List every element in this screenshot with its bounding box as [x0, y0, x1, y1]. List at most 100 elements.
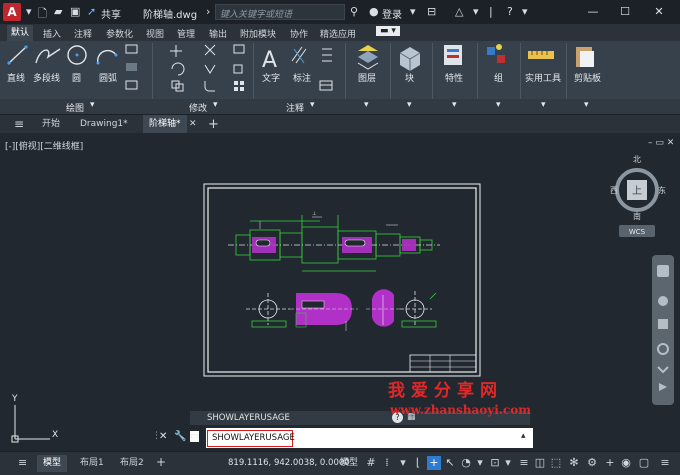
command-input[interactable]: SHOWLAYERUSAGE	[207, 430, 295, 447]
annotation-scale-icon[interactable]: ✻	[567, 456, 581, 470]
draw-panel-title[interactable]: 绘图	[66, 101, 84, 114]
tab-collaborate[interactable]: 协作	[290, 27, 308, 40]
arc-button[interactable]: 圆弧	[99, 71, 117, 84]
chevron-down-icon[interactable]: ▾	[496, 100, 501, 110]
share-icon[interactable]: ➚	[87, 5, 96, 18]
close-tab-icon[interactable]: ✕	[183, 115, 203, 134]
command-history-dropdown-icon[interactable]: ▴	[521, 431, 526, 441]
tab-start[interactable]: 开始	[36, 115, 66, 134]
workspace-icon[interactable]: ⚙	[585, 456, 599, 470]
block-button[interactable]: 块	[405, 71, 414, 84]
drawing-viewport[interactable]: [-][俯视][二维线框] – ▭ ✕ ⊥ 北 南 东 西 上 WCS Y X …	[0, 133, 680, 451]
search-icon[interactable]: ⚲	[350, 5, 358, 18]
chevron-right-icon[interactable]: ›	[206, 5, 210, 18]
object-snap-tracking-icon[interactable]: ◔	[459, 456, 473, 470]
chevron-down-icon[interactable]: ▾	[452, 100, 457, 110]
minimize-button[interactable]: —	[578, 3, 608, 21]
coordinates-readout[interactable]: 819.1116, 942.0038, 0.0000	[228, 458, 350, 468]
tab-layout2[interactable]: 布局2	[114, 455, 150, 472]
tab-model[interactable]: 模型	[37, 455, 68, 472]
cart-icon[interactable]: ⊟	[427, 5, 436, 18]
text-button[interactable]: 文字	[262, 71, 280, 84]
chevron-down-icon[interactable]: ▾	[541, 100, 546, 110]
tab-addins[interactable]: 附加模块	[240, 27, 276, 40]
tab-manage[interactable]: 管理	[177, 27, 195, 40]
save-icon[interactable]: ▣	[70, 5, 80, 18]
tab-annotate[interactable]: 注释	[74, 27, 92, 40]
maximize-button[interactable]: ☐	[610, 3, 640, 21]
utilities-button[interactable]: 实用工具	[525, 71, 561, 84]
help-icon[interactable]: ?	[507, 5, 513, 18]
chevron-down-icon[interactable]: ▾	[522, 5, 528, 18]
annotation-panel-title[interactable]: 注释	[286, 101, 304, 114]
dimension-button[interactable]: 标注	[293, 71, 311, 84]
menu-icon[interactable]: ▾	[26, 5, 32, 18]
tab-parametric[interactable]: 参数化	[106, 27, 133, 40]
chevron-down-icon[interactable]: ▾	[501, 456, 515, 470]
polar-tracking-icon[interactable]: +	[427, 456, 441, 470]
chevron-down-icon[interactable]: ▾	[473, 5, 479, 18]
circle-button[interactable]: 圆	[72, 71, 81, 84]
new-tab-icon[interactable]: +	[202, 115, 225, 134]
new-file-icon[interactable]: 🗋	[38, 5, 47, 24]
ortho-icon[interactable]: ⌊	[411, 456, 425, 470]
tab-view[interactable]: 视图	[146, 27, 164, 40]
group-button[interactable]: 组	[494, 71, 503, 84]
polyline-button[interactable]: 多段线	[33, 71, 60, 84]
chevron-down-icon[interactable]: ▾	[310, 100, 315, 110]
search-input[interactable]: 键入关键字或短语	[215, 4, 345, 20]
tab-default[interactable]: 默认	[7, 25, 34, 41]
hamburger-menu-icon[interactable]: ≡	[8, 115, 30, 134]
layers-button[interactable]: 图层	[358, 71, 376, 84]
add-layout-icon[interactable]: +	[150, 454, 172, 471]
app-menu-button[interactable]: A	[3, 3, 21, 21]
lineweight-icon[interactable]: ≡	[517, 456, 531, 470]
transparency-icon[interactable]: ◫	[533, 456, 547, 470]
chevron-down-icon[interactable]: ▾	[584, 100, 589, 110]
chevron-down-icon[interactable]: ▾	[396, 456, 410, 470]
customize-menu-icon[interactable]: ≡	[658, 456, 672, 470]
properties-button[interactable]: 特性	[445, 71, 463, 84]
customize-wrench-icon[interactable]: 🔧	[174, 431, 186, 442]
viewcube-top-face[interactable]: 上	[632, 185, 642, 197]
clean-screen-icon[interactable]: ▢	[637, 456, 651, 470]
chevron-down-icon[interactable]: ▾	[407, 100, 412, 110]
modify-panel-title[interactable]: 修改	[189, 101, 207, 114]
viewcube[interactable]	[615, 168, 659, 237]
autodesk-icon[interactable]: △	[455, 5, 463, 18]
wcs-menu[interactable]: WCS	[629, 228, 646, 236]
model-space-toggle[interactable]: 模型	[334, 455, 364, 472]
close-button[interactable]: ✕	[644, 3, 674, 21]
grid-icon[interactable]: #	[364, 456, 378, 470]
tab-output[interactable]: 输出	[209, 27, 227, 40]
chevron-down-icon[interactable]: ▾	[90, 100, 95, 110]
login-button[interactable]: 登录	[382, 6, 402, 21]
clipboard-button[interactable]: 剪贴板	[574, 71, 601, 84]
layout-menu-icon[interactable]: ≡	[12, 454, 33, 471]
isolate-objects-icon[interactable]: ◉	[619, 456, 633, 470]
chevron-down-icon[interactable]: ▾	[473, 456, 487, 470]
navigation-bar[interactable]	[652, 255, 674, 405]
chevron-down-icon[interactable]: ▾	[410, 5, 416, 18]
tab-featured-apps[interactable]: 精选应用	[320, 27, 356, 40]
ribbon-toggle-button[interactable]: ▬ ▾	[376, 26, 400, 36]
tab-drawing1[interactable]: Drawing1*	[74, 115, 134, 134]
chevron-down-icon[interactable]: ▾	[364, 100, 369, 110]
share-label[interactable]: 共享	[101, 6, 121, 21]
snap-icon[interactable]: ⁞	[380, 456, 394, 470]
user-icon[interactable]: ●	[369, 5, 379, 18]
object-snap-icon[interactable]: ⊡	[488, 456, 502, 470]
plus-icon[interactable]: +	[603, 456, 617, 470]
open-folder-icon[interactable]: ▰	[54, 5, 62, 18]
line-button[interactable]: 直线	[7, 71, 25, 84]
tab-current-drawing[interactable]: 阶梯轴*	[143, 115, 187, 134]
tab-layout1[interactable]: 布局1	[74, 455, 110, 472]
command-prompt-icon[interactable]: ▭	[190, 431, 200, 442]
section-view-1	[246, 293, 290, 328]
selection-cycling-icon[interactable]: ⬚	[549, 456, 563, 470]
isodraft-icon[interactable]: ↖	[443, 456, 457, 470]
tab-insert[interactable]: 插入	[43, 27, 61, 40]
close-icon[interactable]: ✕	[159, 431, 167, 442]
ucs-y-label: Y	[11, 394, 18, 404]
chevron-down-icon[interactable]: ▾	[213, 100, 218, 110]
